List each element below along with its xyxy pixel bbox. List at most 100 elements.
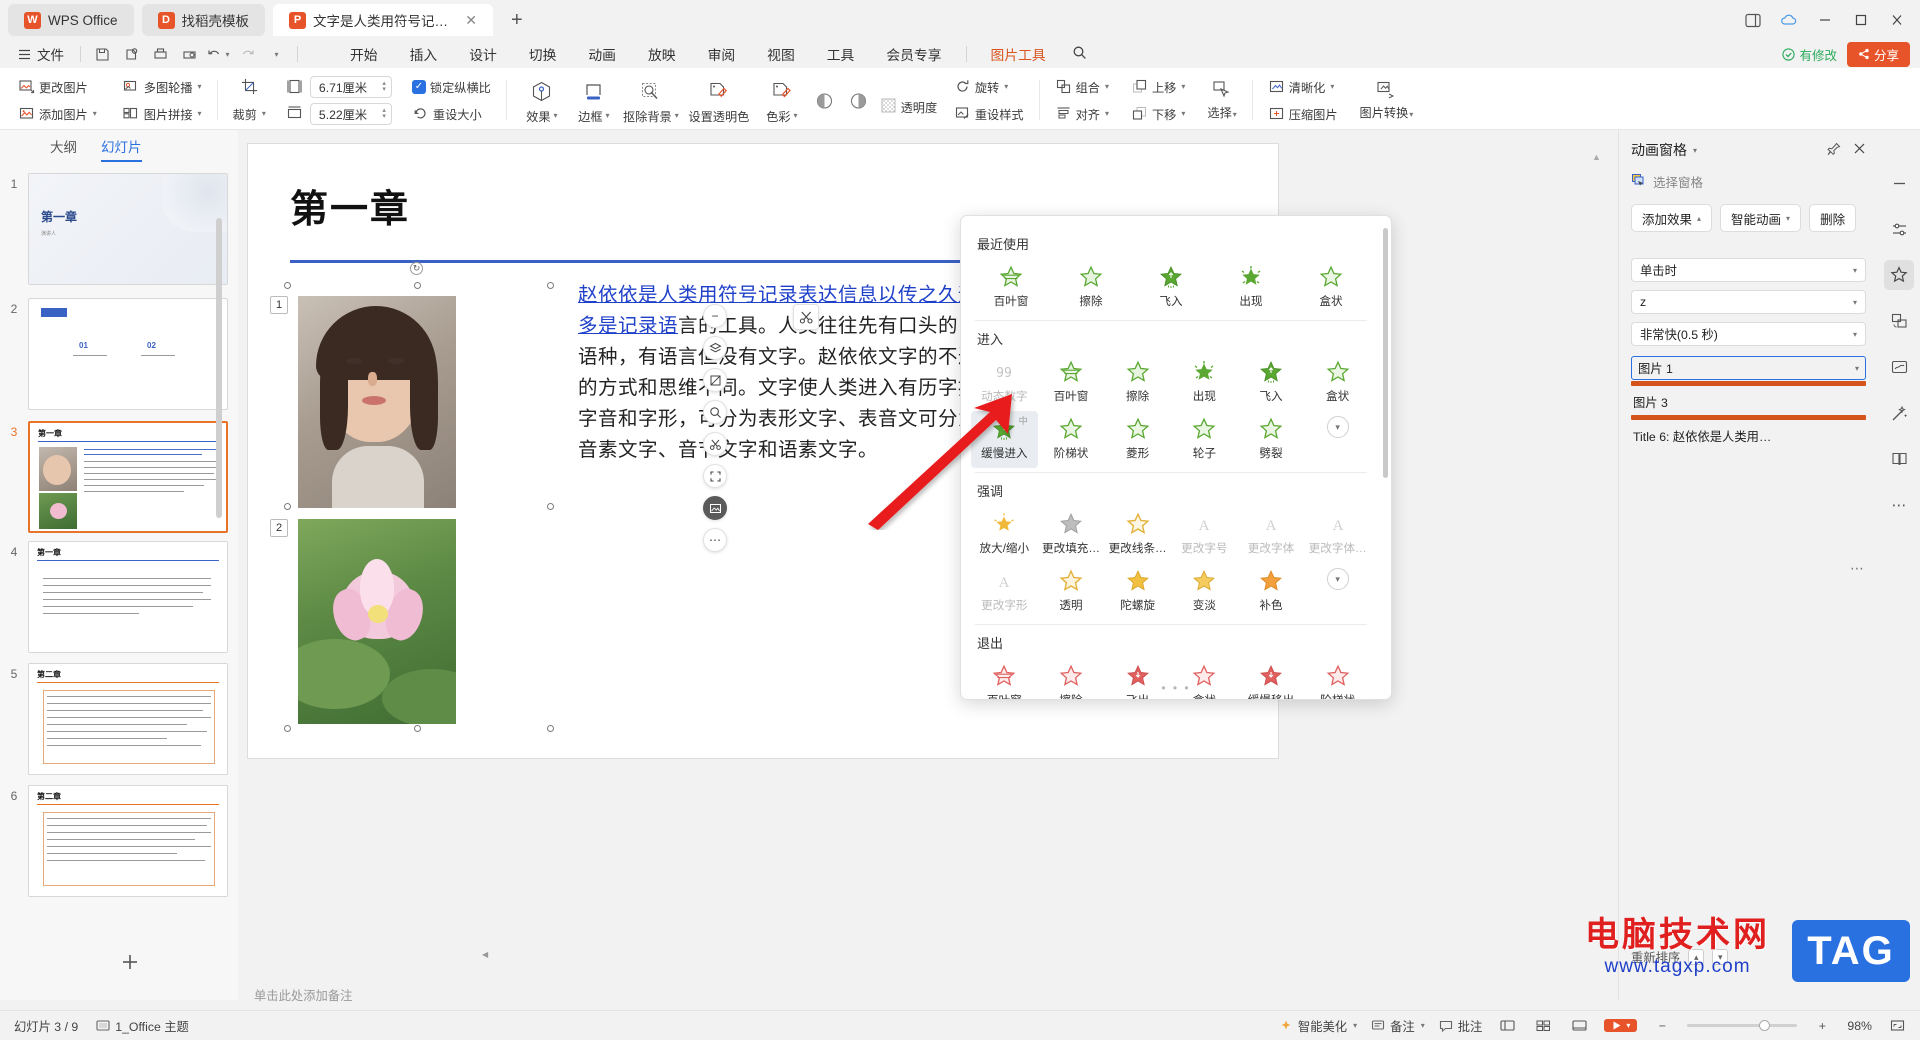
anim-item-entrance-2[interactable]: 擦除 <box>1104 354 1171 411</box>
save-icon[interactable] <box>89 42 115 66</box>
shape-format-icon[interactable] <box>1884 306 1914 336</box>
list-item[interactable]: 图片 3 <box>1631 390 1866 414</box>
slide-thumbnail[interactable]: 第二章 <box>28 663 228 775</box>
picture-portrait[interactable] <box>298 296 456 508</box>
chevron-down-icon[interactable]: ▾ <box>262 109 266 118</box>
tab-transitions[interactable]: 切换 <box>513 41 573 67</box>
expand-emphasis-button[interactable]: ▾ <box>1304 563 1371 620</box>
picture-icon[interactable] <box>703 496 727 520</box>
crop-tool-icon[interactable] <box>703 368 727 392</box>
tab-review[interactable]: 审阅 <box>692 41 752 67</box>
chevron-down-icon[interactable]: ▾ <box>1353 1021 1357 1030</box>
close-window-icon[interactable] <box>1880 4 1914 36</box>
pane-collapse-icon[interactable]: ▲ <box>1592 152 1601 162</box>
list-item[interactable]: 5 第二章 <box>0 658 228 780</box>
set-transparent-color-button[interactable]: 设置透明色 <box>682 76 756 125</box>
anim-item-entrance-8[interactable]: 菱形 <box>1104 411 1171 468</box>
chevron-down-icon[interactable]: ▾ <box>1693 146 1697 155</box>
anim-item-recent-2[interactable]: 飞入 <box>1131 259 1211 316</box>
anim-item-recent-1[interactable]: 擦除 <box>1051 259 1131 316</box>
decrease-brightness-button[interactable] <box>842 86 876 114</box>
tab-picture-tools[interactable]: 图片工具 <box>975 41 1062 71</box>
scissors-icon[interactable] <box>793 304 819 330</box>
animation-list[interactable]: 图片 1 ▾ 图片 3 Title 6: 赵依依是人类用… <box>1631 356 1866 448</box>
beautify-button[interactable]: 智能美化 ▾ <box>1279 1017 1357 1035</box>
speed-select[interactable]: 非常快(0.5 秒) ▾ <box>1631 322 1866 346</box>
crop-button-icon-only[interactable] <box>235 75 264 99</box>
zoom-slider[interactable] <box>1687 1020 1798 1031</box>
chevron-down-icon[interactable]: ▾ <box>1105 109 1109 118</box>
chevron-down-icon[interactable]: ▾ <box>1626 1021 1630 1030</box>
chevron-down-icon[interactable]: ▾ <box>198 109 202 118</box>
horizontal-scrollbar[interactable]: ◀ ▶ <box>476 948 1766 959</box>
picture-lotus[interactable] <box>298 519 456 724</box>
resize-handle-ne[interactable] <box>547 282 554 289</box>
normal-view-icon[interactable] <box>1496 1016 1518 1036</box>
fit-icon[interactable] <box>703 464 727 488</box>
scrollbar-thumb[interactable] <box>1383 228 1388 478</box>
select-pane-link[interactable]: 选择窗格 <box>1631 172 1866 191</box>
chevron-down-icon[interactable]: ▾ <box>606 111 610 120</box>
chevron-down-circle-icon[interactable]: ▾ <box>1326 568 1349 590</box>
anim-item-recent-4[interactable]: 盒状 <box>1291 259 1371 316</box>
height-input[interactable]: 6.71厘米 ▴ ▾ <box>309 75 392 98</box>
chevron-down-icon[interactable]: ▾ <box>1105 82 1109 91</box>
book-icon[interactable] <box>1884 444 1914 474</box>
chevron-down-icon[interactable]: ▾ <box>198 82 202 91</box>
list-item[interactable]: 1 第一章 演讲人 <box>0 168 270 290</box>
change-picture-button[interactable]: 更改图片 <box>12 75 103 99</box>
zoom-in-button[interactable]: + <box>1811 1016 1833 1036</box>
notes-placeholder[interactable]: 单击此处添加备注 <box>238 980 1528 1010</box>
chevron-down-icon[interactable]: ▾ <box>675 111 679 120</box>
maximize-icon[interactable] <box>1844 4 1878 36</box>
sidebar-toggle-icon[interactable] <box>1736 4 1770 36</box>
anim-item-emphasis-6[interactable]: A 更改字形 <box>971 563 1038 620</box>
anim-item-emphasis-7[interactable]: 透明 <box>1038 563 1105 620</box>
tab-member-exclusive[interactable]: 会员专享 <box>870 41 957 67</box>
anim-item-emphasis-0[interactable]: 放大/缩小 <box>971 506 1038 563</box>
group-button[interactable]: 组合 ▾ <box>1049 75 1115 99</box>
chevron-down-icon[interactable]: ▾ <box>1181 109 1185 118</box>
anim-item-entrance-1[interactable]: 百叶窗 <box>1038 354 1105 411</box>
tab-wps-office[interactable]: W WPS Office <box>8 4 134 36</box>
cloud-sync-icon[interactable] <box>1772 4 1806 36</box>
more-tools-icon[interactable]: ⋯ <box>1884 490 1914 520</box>
anim-item-emphasis-8[interactable]: 陀螺旋 <box>1104 563 1171 620</box>
resize-handle-e[interactable] <box>547 503 554 510</box>
slide-heading[interactable]: 第一章 <box>290 178 410 233</box>
chevron-down-icon[interactable]: ▾ <box>1330 82 1334 91</box>
fit-to-window-icon[interactable] <box>1886 1016 1908 1036</box>
scrollbar-thumb[interactable] <box>216 218 222 518</box>
search-icon[interactable] <box>1062 42 1097 66</box>
add-slide-button[interactable] <box>120 952 140 978</box>
anim-item-entrance-7[interactable]: 阶梯状 <box>1038 411 1105 468</box>
stepper-icon[interactable]: ▴ ▾ <box>382 80 389 93</box>
magic-wand-icon[interactable] <box>1884 398 1914 428</box>
hyperlink-text-2[interactable]: 多是记录语 <box>578 315 678 337</box>
picture-collage-button[interactable]: 图片拼接 ▾ <box>117 102 208 126</box>
scrollbar[interactable] <box>216 208 222 958</box>
anim-item-entrance-4[interactable]: 飞入 <box>1238 354 1305 411</box>
width-input[interactable]: 5.22厘米 ▴ ▾ <box>309 102 392 125</box>
slide-body-text[interactable]: 赵依依是人类用符号记录表达信息以传之久远多是记录语言的工具。人类往往先有口头的语… <box>578 280 978 466</box>
delete-effect-button[interactable]: 删除 <box>1809 204 1857 232</box>
print-preview-icon[interactable] <box>176 42 202 66</box>
chevron-down-icon[interactable]: ▾ <box>1004 82 1008 91</box>
chevron-down-icon[interactable]: ▾ <box>554 111 558 120</box>
increase-brightness-button[interactable] <box>808 86 842 114</box>
bring-forward-button[interactable]: 上移 ▾ <box>1125 75 1191 99</box>
tab-tools[interactable]: 工具 <box>811 41 871 67</box>
stepper-icon[interactable]: ▴ ▾ <box>382 107 389 120</box>
layers-icon[interactable] <box>703 336 727 360</box>
add-picture-button[interactable]: 添加图片 ▾ <box>12 102 103 126</box>
resize-handle-nw[interactable] <box>284 282 291 289</box>
send-backward-button[interactable]: 下移 ▾ <box>1125 102 1191 126</box>
tab-design[interactable]: 设计 <box>453 41 513 67</box>
expand-entrance-button[interactable]: ▾ <box>1304 411 1371 468</box>
tab-animations[interactable]: 动画 <box>572 41 632 67</box>
add-effect-button[interactable]: 添加效果 ▴ <box>1631 204 1713 232</box>
chevron-down-icon[interactable]: ▾ <box>1181 82 1185 91</box>
animation-effects-scroll-area[interactable]: 最近使用 百叶窗 擦除 飞入 出现 盒状 进入 99 动态数字 百叶窗 擦除 出… <box>961 216 1381 699</box>
properties-icon[interactable] <box>1884 214 1914 244</box>
comment-button[interactable]: 批注 <box>1439 1017 1482 1035</box>
